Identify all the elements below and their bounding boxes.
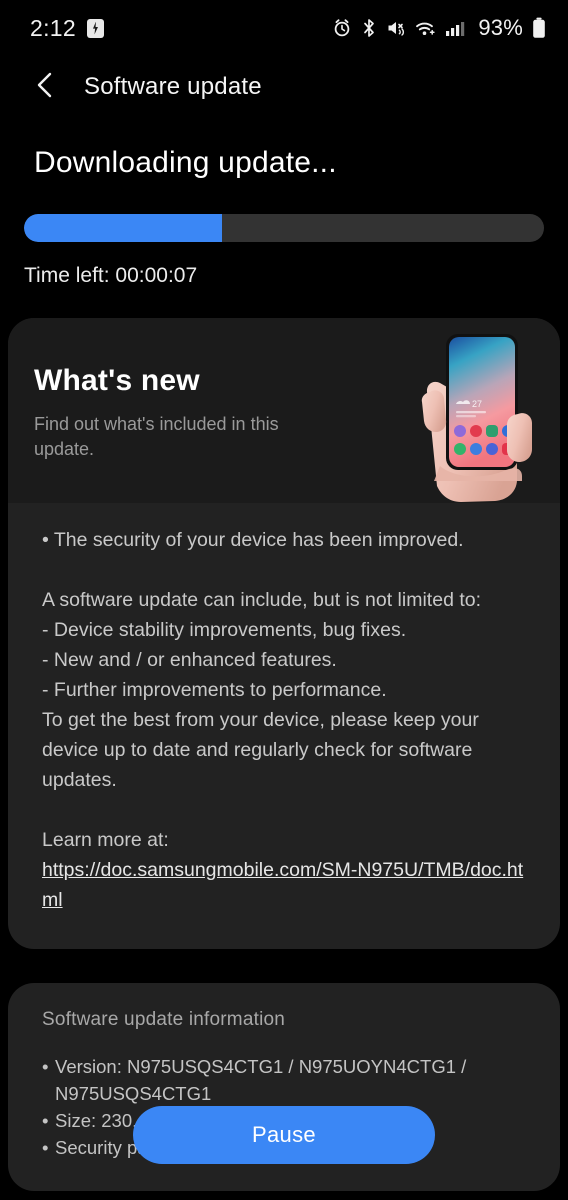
learn-more-label: Learn more at: <box>42 829 169 851</box>
back-button[interactable] <box>26 67 66 107</box>
release-note-outro: To get the best from your device, please… <box>42 709 479 791</box>
whats-new-card[interactable]: What's new Find out what's included in t… <box>8 318 560 949</box>
svg-text:27: 27 <box>472 399 482 409</box>
release-note-item: - Device stability improvements, bug fix… <box>42 619 407 641</box>
bluetooth-icon <box>361 18 377 38</box>
time-left-label: Time left: 00:00:07 <box>24 264 198 287</box>
update-info-version: Version: N975USQS4CTG1 / N975UOYN4CTG1 /… <box>55 1056 467 1104</box>
update-info-title: Software update information <box>42 1009 286 1030</box>
battery-percent-label: 93% <box>478 15 523 40</box>
signal-icon <box>445 18 467 38</box>
release-note-security-bullet: • The security of your device has been i… <box>42 529 464 551</box>
status-bar: 2:12 93% <box>0 0 568 56</box>
status-bar-icons: 93% <box>332 15 546 41</box>
whats-new-text: What's new Find out what's included in t… <box>34 364 334 462</box>
status-bar-clock: 2:12 <box>30 14 76 41</box>
download-progress-bar <box>24 214 544 242</box>
hand-holding-phone-illustration: 27 <box>400 318 560 503</box>
download-progress-section: Downloading update... Time left: 00:00:0… <box>0 118 568 288</box>
app-header: Software update <box>0 56 568 118</box>
mute-vibrate-icon <box>386 18 406 38</box>
page-title: Software update <box>84 73 262 100</box>
learn-more-link[interactable]: https://doc.samsungmobile.com/SM-N975U/T… <box>42 855 534 915</box>
pause-button[interactable]: Pause <box>133 1106 435 1164</box>
download-status-title: Downloading update... <box>34 146 337 179</box>
whats-new-banner[interactable]: What's new Find out what's included in t… <box>8 318 560 503</box>
footer-actions: Pause <box>0 1106 568 1164</box>
software-update-screen: 2:12 93% Software update Downloading upd… <box>0 0 568 1200</box>
download-progress-fill <box>24 214 222 242</box>
release-note-intro: A software update can include, but is no… <box>42 589 482 611</box>
notification-icon <box>86 18 104 38</box>
bullet-icon: • <box>42 1056 49 1077</box>
update-info-row: • Version: N975USQS4CTG1 / N975UOYN4CTG1… <box>42 1053 532 1107</box>
release-note-item: - Further improvements to performance. <box>42 679 387 701</box>
alarm-icon <box>332 18 352 38</box>
release-notes-body: • The security of your device has been i… <box>8 503 560 949</box>
whats-new-subtitle: Find out what's included in this update. <box>34 414 279 459</box>
wifi-icon <box>415 18 436 38</box>
chevron-left-icon <box>34 71 58 104</box>
whats-new-title: What's new <box>34 364 200 397</box>
release-note-item: - New and / or enhanced features. <box>42 649 337 671</box>
battery-icon <box>532 17 546 39</box>
